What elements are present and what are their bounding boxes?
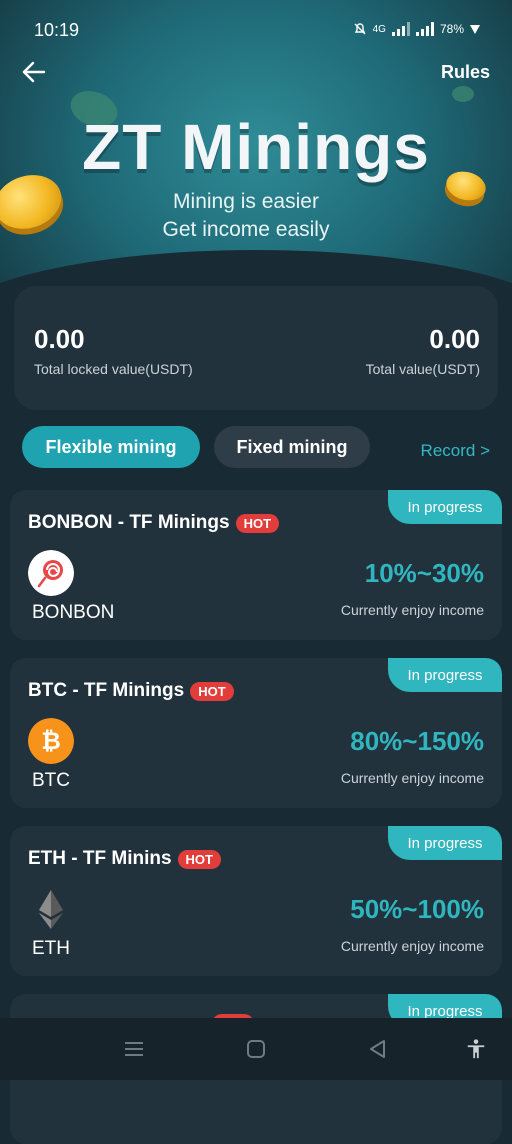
network-label: 4G — [372, 23, 386, 35]
recent-apps-icon[interactable] — [122, 1038, 146, 1060]
signal-icon — [391, 22, 410, 36]
lollipop-icon — [28, 550, 74, 596]
home-icon[interactable] — [244, 1038, 268, 1060]
card-title: BTC - TF Minings — [28, 680, 185, 701]
mining-card[interactable]: In progress BTC - TF Minings HOT ₿ BTC 8… — [10, 658, 502, 808]
bitcoin-icon: ₿ — [28, 718, 74, 764]
income-rate: 50%~100% — [350, 894, 484, 924]
hot-badge: HOT — [190, 681, 234, 701]
hero-subtitle-2: Get income easily — [162, 218, 330, 241]
status-badge: In progress — [388, 490, 502, 524]
mute-icon — [354, 23, 366, 35]
income-rate-label: Currently enjoy income — [340, 770, 484, 786]
battery-label: 78% — [439, 22, 464, 36]
card-title: BONBON - TF Minings — [28, 512, 230, 533]
coin-name: BTC — [32, 770, 70, 791]
total-value: 0.00 — [429, 324, 480, 354]
back-nav-icon[interactable] — [366, 1038, 390, 1060]
status-badge: In progress — [388, 826, 502, 860]
back-arrow-icon[interactable] — [20, 58, 48, 86]
status-bar: 10:19 4G 78% — [0, 0, 512, 60]
system-nav-bar — [0, 1018, 512, 1080]
mining-card[interactable]: In progress BONBON - TF Minings HOT BONB… — [10, 490, 502, 640]
hot-badge: HOT — [235, 513, 280, 533]
card-title-row: ETH - TF Minins HOT — [28, 848, 221, 870]
locked-value: 0.00 — [34, 324, 85, 354]
total-value-block: 0.00 Total value(USDT) — [366, 324, 480, 377]
status-icons: 4G 78% — [353, 22, 480, 36]
hot-badge: HOT — [177, 849, 221, 869]
income-rate-label: Currently enjoy income — [340, 938, 484, 954]
locked-value-block: 0.00 Total locked value(USDT) — [34, 324, 193, 377]
card-title: ETH - TF Minins — [28, 848, 172, 869]
status-badge: In progress — [388, 658, 502, 692]
income-rate: 10%~30% — [364, 558, 484, 588]
income-rate-label: Currently enjoy income — [340, 602, 484, 618]
decorative-blob — [452, 86, 474, 102]
summary-card: 0.00 Total locked value(USDT) 0.00 Total… — [14, 286, 498, 410]
mining-card[interactable]: In progress ETH - TF Minins HOT ETH 50%~… — [10, 826, 502, 976]
card-title-row: BTC - TF Minings HOT — [28, 680, 234, 702]
income-rate: 80%~150% — [350, 726, 484, 756]
signal-icon-2 — [415, 22, 434, 36]
ethereum-icon — [39, 890, 63, 929]
coin-name: ETH — [32, 938, 70, 959]
coin-name: BONBON — [32, 602, 115, 623]
svg-text:₿: ₿ — [41, 728, 61, 755]
status-time: 10:19 — [34, 20, 80, 40]
tab-fixed-mining[interactable]: Fixed mining — [214, 426, 370, 468]
locked-value-label: Total locked value(USDT) — [34, 361, 193, 377]
card-title-row: BONBON - TF Minings HOT — [28, 512, 280, 534]
rules-link[interactable]: Rules — [441, 62, 490, 83]
total-value-label: Total value(USDT) — [365, 361, 480, 377]
charging-icon — [470, 24, 480, 34]
page-title: ZT Minings — [82, 111, 430, 183]
accessibility-icon[interactable] — [464, 1038, 488, 1060]
hero-subtitle: Mining is easier — [173, 190, 319, 213]
record-link[interactable]: Record > — [421, 441, 490, 461]
tab-flexible-mining[interactable]: Flexible mining — [22, 426, 200, 468]
